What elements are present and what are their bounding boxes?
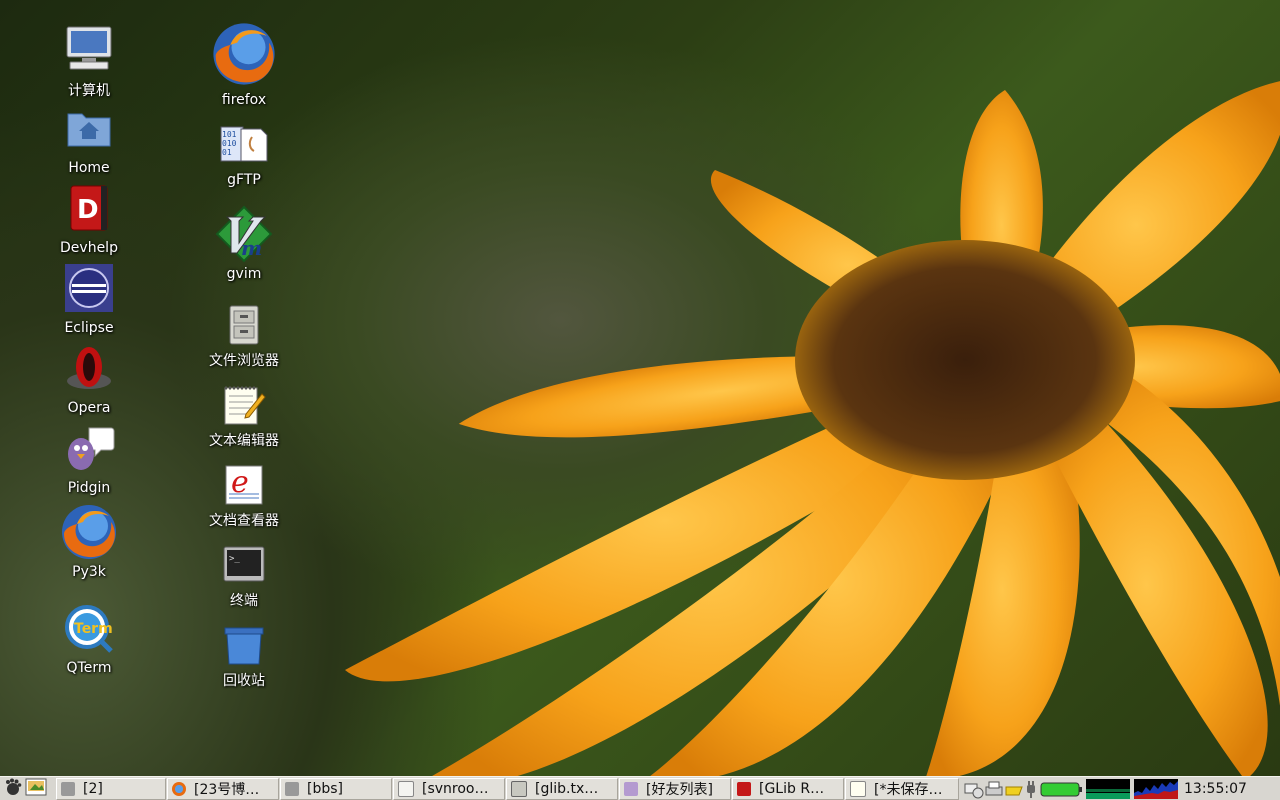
taskbar-window-label: [2] xyxy=(83,780,103,797)
document-viewer-icon: e xyxy=(214,462,274,508)
folder-tray-icon[interactable] xyxy=(1004,779,1024,799)
battery-icon[interactable] xyxy=(1040,779,1084,799)
taskbar-window-label: [bbs] xyxy=(307,780,343,797)
pidgin-icon xyxy=(624,781,638,796)
desktop-icon-trash[interactable]: 回收站 xyxy=(184,622,304,690)
desktop-icon-file-browser[interactable]: 文件浏览器 xyxy=(184,302,304,370)
window-icon xyxy=(285,781,299,796)
text-editor-icon xyxy=(850,780,866,797)
taskbar-window-label: [svnroo… xyxy=(422,780,489,797)
gnome-foot-icon xyxy=(4,778,22,800)
desktop-icon-eclipse[interactable]: Eclipse xyxy=(29,258,149,336)
desktop-icon-label: firefox xyxy=(221,92,267,108)
taskbar-window-button[interactable]: [23号博… xyxy=(167,777,279,800)
desktop-icon-qterm[interactable]: Term QTerm xyxy=(29,598,149,676)
computer-icon xyxy=(59,18,119,78)
desktop-icon-pidgin[interactable]: Pidgin xyxy=(29,418,149,496)
desktop-icon-document-viewer[interactable]: e 文档查看器 xyxy=(184,462,304,530)
desktop-icon-terminal[interactable]: >_ 终端 xyxy=(184,542,304,610)
desktop-icon-label: gvim xyxy=(226,266,262,282)
desktop-icon-home[interactable]: Home xyxy=(29,98,149,176)
desktop-icon-py3k[interactable]: Py3k xyxy=(29,502,149,580)
desktop-icon-label: Pidgin xyxy=(67,480,111,496)
taskbar-window-button[interactable]: [2] xyxy=(56,777,166,800)
taskbar-window-label: [GLib R… xyxy=(759,780,825,797)
desktop-icon-label: QTerm xyxy=(66,660,112,676)
desktop-icon-firefox[interactable]: firefox xyxy=(184,18,304,108)
opera-icon xyxy=(59,338,119,398)
desktop-icon-label: Py3k xyxy=(72,564,106,580)
svg-text:m: m xyxy=(241,236,262,260)
firefox-icon xyxy=(59,502,119,562)
taskbar-window-button[interactable]: [GLib R… xyxy=(732,777,844,800)
taskbar-window-label: [23号博… xyxy=(194,781,260,798)
taskbar-window-button[interactable]: [好友列表] xyxy=(619,777,731,800)
desktop-icon-label: 回收站 xyxy=(223,673,265,689)
document-icon xyxy=(398,780,414,797)
desktop-icon-computer[interactable]: 计算机 xyxy=(29,18,149,100)
svg-text:101: 101 xyxy=(222,130,237,139)
home-folder-icon xyxy=(59,98,119,158)
firefox-icon xyxy=(209,18,279,90)
taskbar-window-label: [好友列表] xyxy=(646,781,713,798)
desktop-icon-label: 文本编辑器 xyxy=(209,433,279,449)
qterm-icon: Term xyxy=(59,598,119,658)
desktop-icon-label: 文档查看器 xyxy=(209,513,279,529)
desktop-icon-label: 终端 xyxy=(230,593,258,609)
desktop-icon-label: Eclipse xyxy=(64,320,114,336)
desktop-icon-label: Home xyxy=(68,160,110,176)
network-monitor-graph[interactable] xyxy=(1134,778,1178,799)
desktop-icon-label: Opera xyxy=(67,400,111,416)
svg-text:01: 01 xyxy=(222,148,232,157)
terminal-icon: >_ xyxy=(214,542,274,588)
clock[interactable]: 13:55:07 xyxy=(1184,781,1247,797)
gvim-icon: m xyxy=(214,204,274,264)
power-plug-icon[interactable] xyxy=(1024,779,1038,799)
trash-icon xyxy=(214,622,274,668)
desktop-background: 计算机 Home D Devhelp Eclipse Opera Pidgin xyxy=(0,0,1280,776)
tools-icon xyxy=(511,780,527,797)
desktop-icon-label: gFTP xyxy=(227,172,261,188)
desktop-icon-gftp[interactable]: 101 010 01 gFTP xyxy=(184,118,304,188)
taskbar-window-label: [*未保存… xyxy=(874,781,943,798)
svg-text:Term: Term xyxy=(74,621,113,637)
desktop-icon-gvim[interactable]: m gvim xyxy=(184,204,304,282)
pidgin-icon xyxy=(59,418,119,478)
svg-text:D: D xyxy=(77,195,99,225)
text-editor-icon xyxy=(214,382,274,428)
gftp-icon: 101 010 01 xyxy=(214,118,274,170)
firefox-icon xyxy=(172,781,186,796)
devhelp-icon xyxy=(737,781,751,796)
printer-icon[interactable] xyxy=(984,779,1004,799)
cpu-monitor-graph[interactable] xyxy=(1086,778,1130,799)
network-icon[interactable] xyxy=(964,779,984,799)
taskbar: [2] [23号博… [bbs] [svnroo… [glib.tx… [好友列… xyxy=(0,776,1280,800)
desktop-icon-label: Devhelp xyxy=(60,240,118,256)
desktop-icon-text-editor[interactable]: 文本编辑器 xyxy=(184,382,304,450)
devhelp-icon: D xyxy=(59,178,119,238)
taskbar-window-button[interactable]: [glib.tx… xyxy=(506,777,618,800)
desktop-icon-label: 计算机 xyxy=(68,83,110,99)
taskbar-window-button[interactable]: [*未保存… xyxy=(845,777,959,800)
start-menu-button[interactable] xyxy=(2,778,24,800)
system-tray xyxy=(964,778,1178,799)
svg-text:010: 010 xyxy=(222,139,237,148)
desktop-icon-opera[interactable]: Opera xyxy=(29,338,149,416)
svg-text:e: e xyxy=(231,465,249,500)
eclipse-icon xyxy=(59,258,119,318)
desktop-icon-devhelp[interactable]: D Devhelp xyxy=(29,178,149,256)
window-icon xyxy=(61,781,75,796)
svg-text:>_: >_ xyxy=(229,554,240,564)
taskbar-window-label: [glib.tx… xyxy=(535,780,599,797)
file-cabinet-icon xyxy=(214,302,274,348)
show-desktop-icon xyxy=(25,778,47,800)
taskbar-window-button[interactable]: [svnroo… xyxy=(393,777,505,800)
desktop-icon-label: 文件浏览器 xyxy=(209,353,279,369)
taskbar-window-button[interactable]: [bbs] xyxy=(280,777,392,800)
show-desktop-button[interactable] xyxy=(24,778,48,800)
